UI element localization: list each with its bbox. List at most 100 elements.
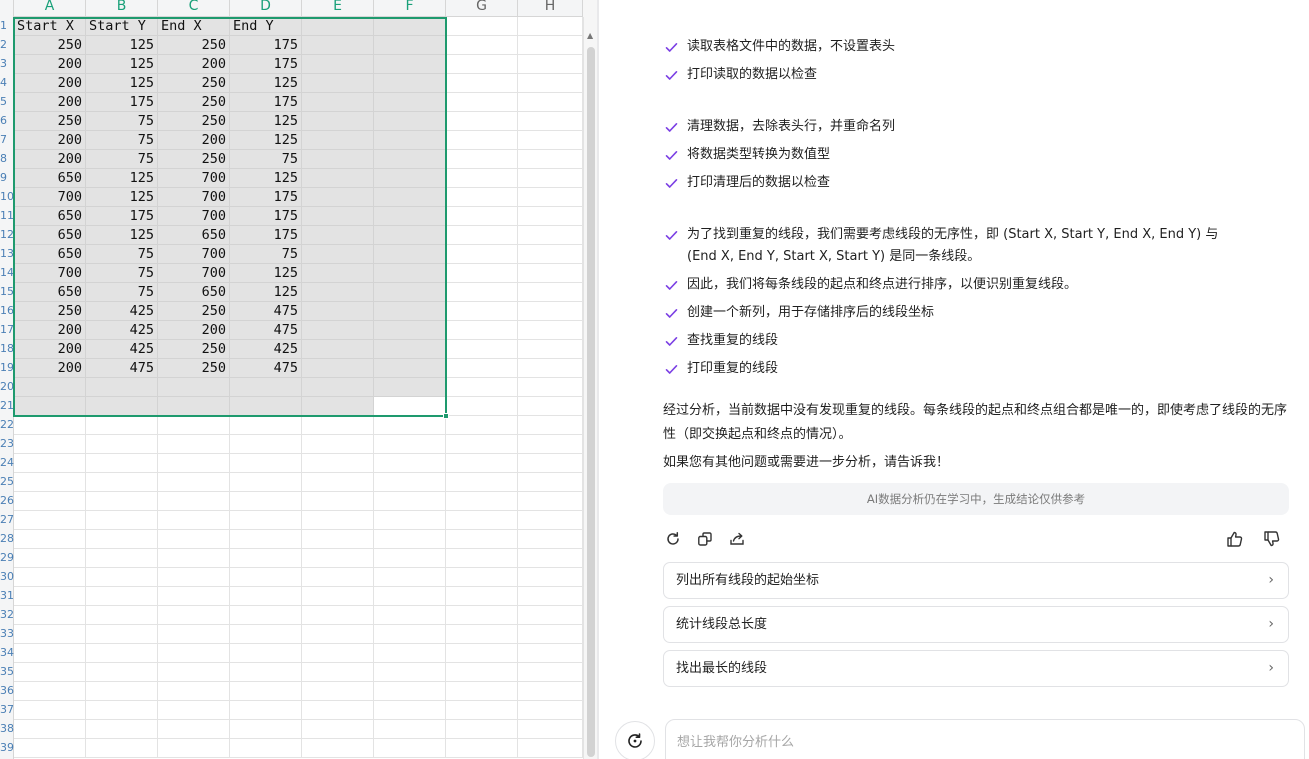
cell-g8[interactable] <box>446 150 518 169</box>
cell-g36[interactable] <box>446 682 518 701</box>
cell-h6[interactable] <box>518 112 583 131</box>
cell-b18[interactable]: 425 <box>86 340 158 359</box>
cell-e28[interactable] <box>302 530 374 549</box>
cell-f23[interactable] <box>374 435 446 454</box>
cell-h8[interactable] <box>518 150 583 169</box>
cell-c35[interactable] <box>158 663 230 682</box>
cell-f2[interactable] <box>374 36 446 55</box>
cell-h26[interactable] <box>518 492 583 511</box>
cell-e8[interactable] <box>302 150 374 169</box>
cell-g39[interactable] <box>446 739 518 758</box>
cell-g18[interactable] <box>446 340 518 359</box>
cell-g17[interactable] <box>446 321 518 340</box>
cell-e36[interactable] <box>302 682 374 701</box>
cell-h35[interactable] <box>518 663 583 682</box>
cell-a31[interactable] <box>14 587 86 606</box>
cell-c14[interactable]: 700 <box>158 264 230 283</box>
cell-h7[interactable] <box>518 131 583 150</box>
cell-g26[interactable] <box>446 492 518 511</box>
cell-b9[interactable]: 125 <box>86 169 158 188</box>
cell-f29[interactable] <box>374 549 446 568</box>
cell-a19[interactable]: 200 <box>14 359 86 378</box>
cell-h19[interactable] <box>518 359 583 378</box>
cell-d36[interactable] <box>230 682 302 701</box>
cell-c26[interactable] <box>158 492 230 511</box>
new-chat-button[interactable] <box>615 721 655 759</box>
cell-c21[interactable] <box>158 397 230 416</box>
cell-d20[interactable] <box>230 378 302 397</box>
cell-e14[interactable] <box>302 264 374 283</box>
suggestion-list-coordinates[interactable]: 列出所有线段的起始坐标 › <box>663 562 1289 599</box>
cell-f21[interactable] <box>374 397 446 416</box>
cell-h16[interactable] <box>518 302 583 321</box>
cell-h12[interactable] <box>518 226 583 245</box>
cell-g20[interactable] <box>446 378 518 397</box>
spreadsheet[interactable]: ABCDEFGH 1 2 3 4 5 6 7 8 9 10 11 12 13 14 15 16 17 18 19 20… <box>0 0 583 759</box>
cell-g34[interactable] <box>446 644 518 663</box>
cell-h3[interactable] <box>518 55 583 74</box>
cell-a15[interactable]: 650 <box>14 283 86 302</box>
cell-b2[interactable]: 125 <box>86 36 158 55</box>
cell-e31[interactable] <box>302 587 374 606</box>
cell-e35[interactable] <box>302 663 374 682</box>
cell-f8[interactable] <box>374 150 446 169</box>
cell-e37[interactable] <box>302 701 374 720</box>
cell-b28[interactable] <box>86 530 158 549</box>
row-header-19[interactable]: 19 <box>0 363 14 373</box>
cell-b7[interactable]: 75 <box>86 131 158 150</box>
cell-f18[interactable] <box>374 340 446 359</box>
thumbs-down-icon[interactable] <box>1261 528 1283 550</box>
cell-c38[interactable] <box>158 720 230 739</box>
cell-d9[interactable]: 125 <box>230 169 302 188</box>
cell-a5[interactable]: 200 <box>14 93 86 112</box>
cell-a3[interactable]: 200 <box>14 55 86 74</box>
cell-b16[interactable]: 425 <box>86 302 158 321</box>
row-header-33[interactable]: 33 <box>0 629 14 639</box>
cell-a29[interactable] <box>14 549 86 568</box>
cell-h33[interactable] <box>518 625 583 644</box>
cell-d15[interactable]: 125 <box>230 283 302 302</box>
cell-b6[interactable]: 75 <box>86 112 158 131</box>
row-header-32[interactable]: 32 <box>0 610 14 620</box>
cell-b1[interactable]: Start Y <box>86 17 158 36</box>
cell-f28[interactable] <box>374 530 446 549</box>
cell-a2[interactable]: 250 <box>14 36 86 55</box>
cell-g3[interactable] <box>446 55 518 74</box>
cell-c32[interactable] <box>158 606 230 625</box>
cell-e29[interactable] <box>302 549 374 568</box>
cell-a39[interactable] <box>14 739 86 758</box>
cell-c12[interactable]: 650 <box>158 226 230 245</box>
cell-b39[interactable] <box>86 739 158 758</box>
cell-f31[interactable] <box>374 587 446 606</box>
column-header-b[interactable]: B <box>86 0 158 17</box>
cell-e13[interactable] <box>302 245 374 264</box>
scroll-up-icon[interactable]: ▲ <box>587 31 593 40</box>
cell-h34[interactable] <box>518 644 583 663</box>
cell-g24[interactable] <box>446 454 518 473</box>
cell-b35[interactable] <box>86 663 158 682</box>
row-header-23[interactable]: 23 <box>0 439 14 449</box>
cell-b26[interactable] <box>86 492 158 511</box>
cell-g5[interactable] <box>446 93 518 112</box>
cell-c31[interactable] <box>158 587 230 606</box>
cell-a23[interactable] <box>14 435 86 454</box>
cell-d25[interactable] <box>230 473 302 492</box>
cell-a8[interactable]: 200 <box>14 150 86 169</box>
cell-f13[interactable] <box>374 245 446 264</box>
cell-h30[interactable] <box>518 568 583 587</box>
cell-a30[interactable] <box>14 568 86 587</box>
row-header-24[interactable]: 24 <box>0 458 14 468</box>
row-header-9[interactable]: 9 <box>0 173 14 183</box>
cell-g12[interactable] <box>446 226 518 245</box>
row-header-4[interactable]: 4 <box>0 78 14 88</box>
cell-b22[interactable] <box>86 416 158 435</box>
cell-g7[interactable] <box>446 131 518 150</box>
cell-g6[interactable] <box>446 112 518 131</box>
cell-d12[interactable]: 175 <box>230 226 302 245</box>
row-header-10[interactable]: 10 <box>0 192 14 202</box>
cell-e10[interactable] <box>302 188 374 207</box>
cell-e7[interactable] <box>302 131 374 150</box>
cell-a13[interactable]: 650 <box>14 245 86 264</box>
cell-c34[interactable] <box>158 644 230 663</box>
cell-e21[interactable] <box>302 397 374 416</box>
